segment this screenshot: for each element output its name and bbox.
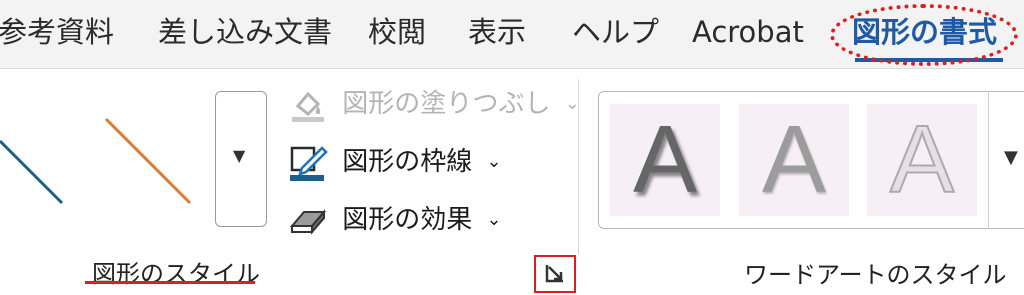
ribbon-panel: ▼ 図形の塗りつぶし ⌄ 図形の枠線 ⌄ 図形の効果 ⌄ 図形のスタイル A A… (0, 69, 1024, 294)
group-separator (578, 79, 579, 254)
tab-help[interactable]: ヘルプ (572, 12, 659, 52)
paint-bucket-icon (288, 84, 328, 124)
gallery-divider (988, 91, 989, 229)
gallery-more-button[interactable]: ▼ (215, 91, 267, 227)
annotation-ellipse (830, 4, 1018, 66)
dialog-launcher-icon (545, 265, 563, 283)
dialog-launcher-button[interactable] (534, 255, 576, 293)
style-preview-line-blue (0, 139, 64, 205)
pen-outline-icon (288, 142, 328, 182)
tab-view[interactable]: 表示 (468, 12, 526, 52)
ribbon-tab-bar: 参考資料 差し込み文書 校閲 表示 ヘルプ Acrobat 図形の書式 (0, 0, 1024, 69)
shape-outline-button[interactable]: 図形の枠線 ⌄ (288, 141, 502, 181)
shape-style-previews (0, 117, 192, 205)
chevron-down-icon: ⌄ (486, 150, 502, 172)
chevron-down-icon[interactable]: ▼ (1004, 147, 1018, 168)
chevron-down-icon: ⌄ (486, 208, 502, 230)
shape-effects-button[interactable]: 図形の効果 ⌄ (288, 199, 502, 239)
wordart-style-outline[interactable]: A (867, 104, 977, 216)
wordart-style-gradient[interactable]: A (739, 104, 849, 216)
shape-effects-label: 図形の効果 (342, 204, 473, 235)
tab-references[interactable]: 参考資料 (0, 12, 114, 52)
wordart-group-label: ワードアートのスタイル (744, 261, 1007, 289)
annotation-underline (85, 281, 255, 284)
tab-mailings[interactable]: 差し込み文書 (158, 12, 332, 52)
shape-fill-label: 図形の塗りつぶし (342, 88, 551, 119)
shape-effects-icon (288, 200, 328, 240)
wordart-style-shadow[interactable]: A (610, 104, 720, 216)
chevron-down-icon: ▼ (233, 146, 246, 165)
tab-acrobat[interactable]: Acrobat (692, 12, 804, 52)
shape-outline-label: 図形の枠線 (342, 146, 473, 177)
style-preview-line-orange (104, 117, 192, 205)
shape-fill-button[interactable]: 図形の塗りつぶし ⌄ (288, 83, 580, 123)
tab-review[interactable]: 校閲 (368, 12, 426, 52)
